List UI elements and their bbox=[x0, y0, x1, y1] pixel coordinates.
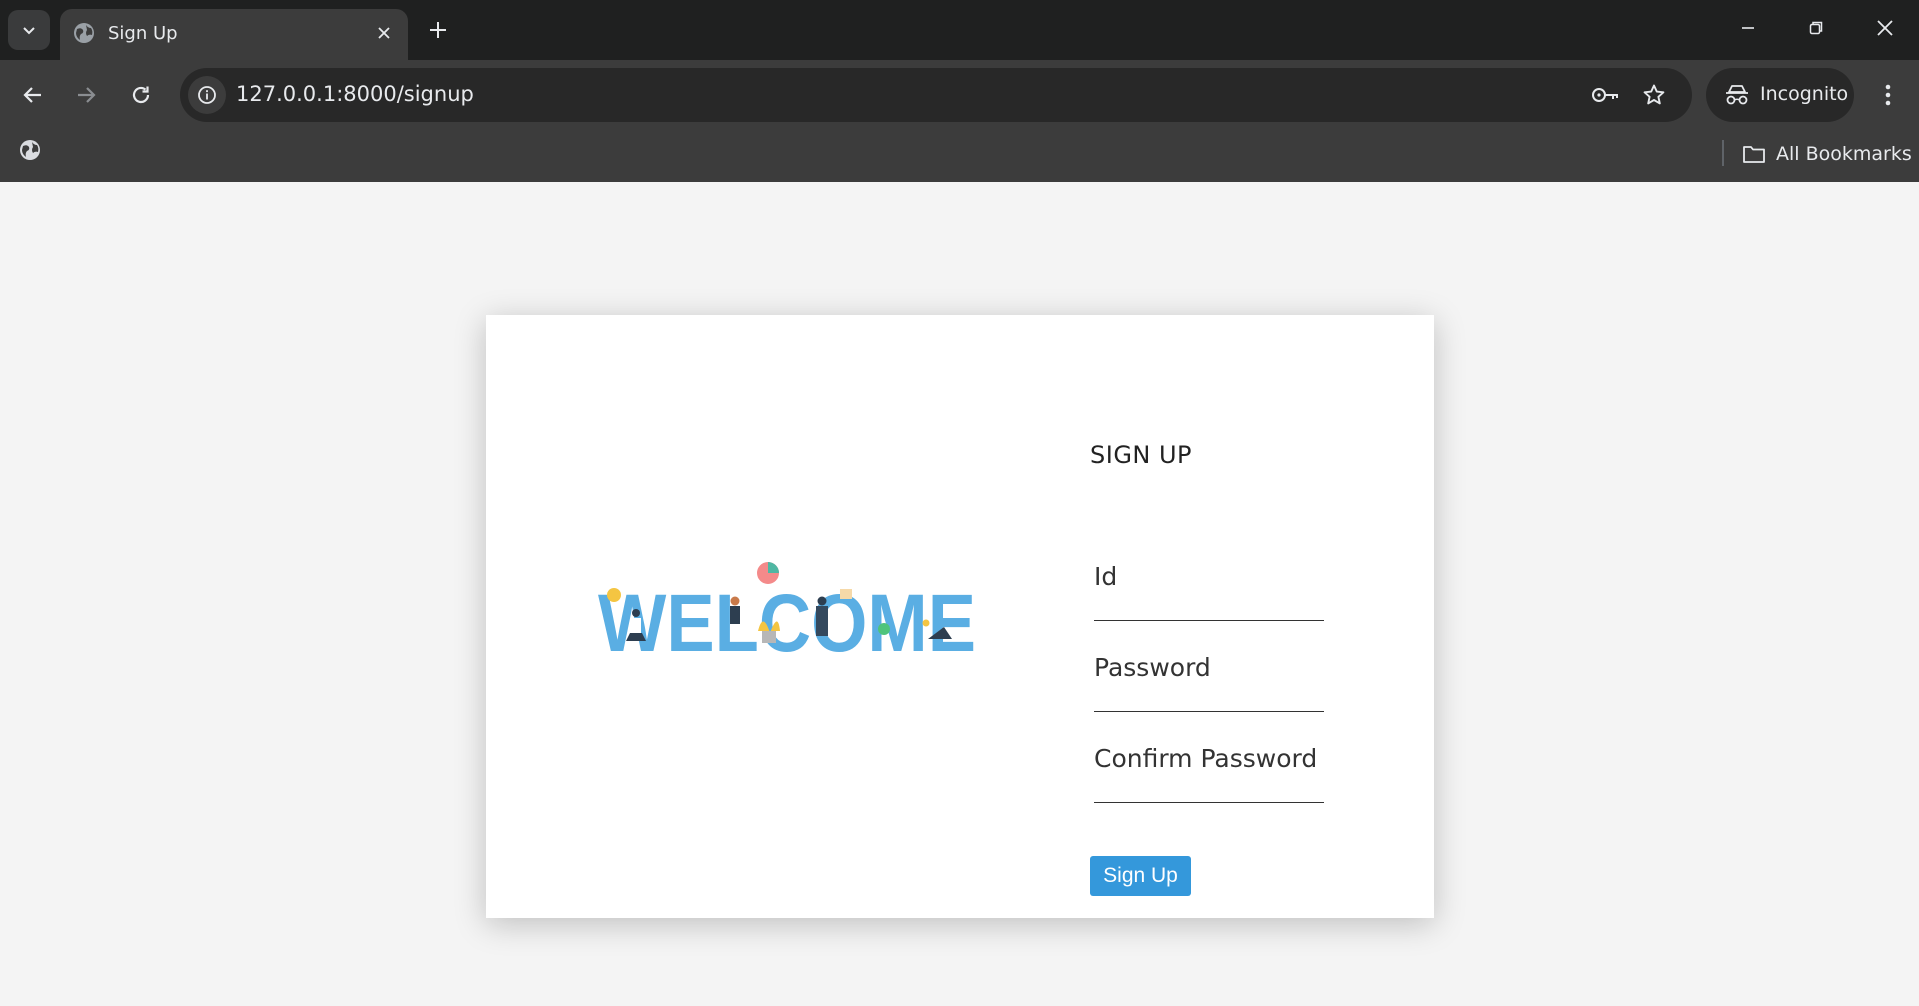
confirm-password-label: Confirm Password bbox=[1094, 744, 1318, 773]
globe-icon bbox=[74, 23, 94, 43]
incognito-icon bbox=[1726, 85, 1748, 105]
new-tab-button[interactable] bbox=[422, 14, 454, 46]
reload-icon bbox=[132, 86, 150, 104]
more-vertical-icon bbox=[1885, 84, 1891, 106]
tab-search-button[interactable] bbox=[8, 10, 50, 50]
plus-icon bbox=[430, 22, 446, 38]
reload-button[interactable] bbox=[119, 73, 163, 117]
minimize-button[interactable] bbox=[1722, 8, 1774, 48]
close-window-button[interactable] bbox=[1859, 8, 1911, 48]
arrow-right-icon bbox=[78, 87, 96, 103]
bookmark-star-button[interactable] bbox=[1638, 79, 1670, 111]
key-icon bbox=[1592, 88, 1618, 102]
confirm-password-field-group: Confirm Password bbox=[1094, 744, 1324, 803]
id-field-group: Id bbox=[1094, 562, 1324, 621]
globe-icon[interactable] bbox=[18, 268, 42, 292]
password-manager-button[interactable] bbox=[1590, 79, 1622, 111]
password-input[interactable] bbox=[1094, 689, 1324, 712]
tab-title: Sign Up bbox=[108, 23, 178, 44]
site-info-button[interactable] bbox=[188, 76, 226, 114]
arrow-left-icon bbox=[23, 87, 41, 103]
restore-button[interactable] bbox=[1790, 8, 1842, 48]
address-bar[interactable]: 127.0.0.1:8000/signup bbox=[180, 68, 1692, 122]
password-field-group: Password bbox=[1094, 653, 1324, 712]
close-icon bbox=[378, 27, 390, 39]
welcome-text: WELCOME bbox=[598, 578, 976, 669]
browser-tabstrip: Sign Up bbox=[0, 0, 1919, 60]
browser-menu-button[interactable] bbox=[1868, 73, 1908, 117]
id-label: Id bbox=[1094, 562, 1118, 591]
id-input[interactable] bbox=[1094, 598, 1324, 621]
back-button[interactable] bbox=[11, 73, 55, 117]
signup-card: WELCOME SIGN UP Id Password Confirm Pass… bbox=[486, 315, 1434, 918]
url-text: 127.0.0.1:8000/signup bbox=[236, 82, 474, 106]
chevron-down-icon bbox=[23, 27, 35, 35]
bookmarks-separator bbox=[1722, 140, 1724, 166]
welcome-illustration: WELCOME bbox=[598, 562, 976, 669]
browser-toolbar: 127.0.0.1:8000/signup Incognito bbox=[0, 60, 1919, 130]
forward-button[interactable] bbox=[64, 73, 108, 117]
tab-close-button[interactable] bbox=[370, 19, 398, 47]
tab-signup[interactable]: Sign Up bbox=[60, 9, 408, 60]
close-icon bbox=[1877, 20, 1893, 36]
info-icon bbox=[198, 86, 216, 104]
signup-button[interactable]: Sign Up bbox=[1090, 856, 1191, 896]
form-title: SIGN UP bbox=[1090, 441, 1193, 469]
bookmark-globe-icon[interactable] bbox=[18, 138, 42, 162]
folder-icon bbox=[1743, 146, 1765, 163]
star-icon bbox=[1643, 84, 1665, 105]
incognito-label: Incognito bbox=[1760, 83, 1849, 105]
incognito-indicator[interactable]: Incognito bbox=[1706, 68, 1854, 122]
bookmarks-bar: All Bookmarks bbox=[0, 130, 1919, 182]
all-bookmarks-label: All Bookmarks bbox=[1776, 143, 1912, 165]
all-bookmarks-button[interactable]: All Bookmarks bbox=[1742, 134, 1912, 174]
password-label: Password bbox=[1094, 653, 1211, 682]
restore-icon bbox=[1809, 21, 1823, 35]
confirm-password-input[interactable] bbox=[1094, 780, 1324, 803]
minimize-icon bbox=[1742, 27, 1754, 29]
